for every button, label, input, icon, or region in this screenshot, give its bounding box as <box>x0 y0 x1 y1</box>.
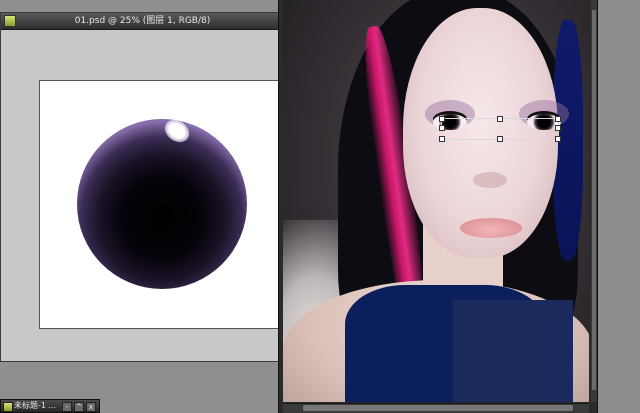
close-button[interactable]: x <box>86 402 96 412</box>
dress-right <box>453 300 573 402</box>
minimized-document-title: 未标题-1 ... <box>14 401 57 410</box>
canvas-area[interactable] <box>1 30 285 361</box>
transform-handle-bottom-left[interactable] <box>439 136 445 142</box>
photo-canvas[interactable]: ✧ <box>283 0 589 402</box>
vertical-scroll-thumb[interactable] <box>592 10 596 390</box>
transform-handle-left[interactable] <box>439 125 445 131</box>
transform-handle-top-left[interactable] <box>439 116 445 122</box>
transform-center-icon[interactable]: ✧ <box>496 122 506 132</box>
minimized-document-tab[interactable]: 未标题-1 ... - ^ x <box>0 399 100 413</box>
horizontal-scroll-thumb[interactable] <box>303 405 573 411</box>
document-window-01[interactable]: 01.psd @ 25% (图层 1, RGB/8) <box>0 12 285 362</box>
document-titlebar[interactable]: 01.psd @ 25% (图层 1, RGB/8) <box>1 13 284 30</box>
free-transform-box[interactable]: ✧ <box>439 116 561 142</box>
transform-handle-bottom[interactable] <box>497 136 503 142</box>
lips <box>460 218 522 238</box>
restore-button[interactable]: ^ <box>74 402 84 412</box>
nose <box>473 172 507 188</box>
vertical-scrollbar[interactable] <box>591 0 597 402</box>
transform-handle-right[interactable] <box>555 125 561 131</box>
transform-handle-bottom-right[interactable] <box>555 136 561 142</box>
document-canvas[interactable] <box>40 81 285 328</box>
ps-document-icon <box>3 402 13 412</box>
document-title: 01.psd @ 25% (图层 1, RGB/8) <box>74 16 211 26</box>
horizontal-scrollbar[interactable] <box>283 403 589 413</box>
minimize-button[interactable]: - <box>62 402 72 412</box>
transform-handle-top-right[interactable] <box>555 116 561 122</box>
eyeball-artwork <box>77 119 247 289</box>
workspace-right-panel <box>597 0 640 413</box>
photo-document-window[interactable]: ✧ <box>278 0 598 413</box>
